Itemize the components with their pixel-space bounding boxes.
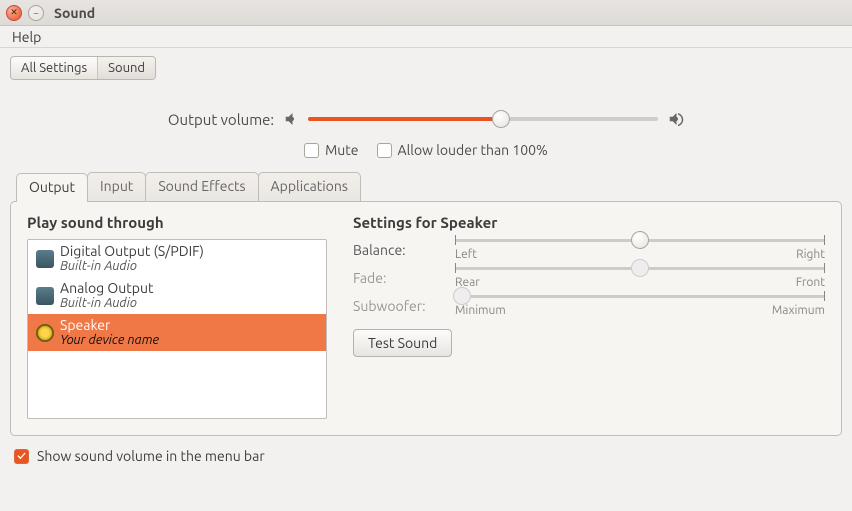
tabs: Output Input Sound Effects Applications bbox=[16, 172, 842, 201]
show-volume-label: Show sound volume in the menu bar bbox=[37, 448, 265, 464]
device-subtitle: Built-in Audio bbox=[60, 296, 153, 311]
window-minimize-button[interactable]: – bbox=[28, 5, 44, 21]
speaker-icon bbox=[36, 324, 54, 342]
fade-label: Fade: bbox=[353, 270, 439, 286]
test-sound-button[interactable]: Test Sound bbox=[353, 329, 452, 357]
titlebar: ✕ – Sound bbox=[0, 0, 852, 26]
menubar: Help bbox=[0, 26, 852, 48]
soundcard-icon bbox=[36, 250, 54, 268]
window-close-button[interactable]: ✕ bbox=[6, 5, 22, 21]
mute-checkbox[interactable]: Mute bbox=[304, 142, 358, 158]
device-subtitle: Built-in Audio bbox=[60, 259, 204, 274]
subwoofer-label: Subwoofer: bbox=[353, 298, 439, 314]
fade-row: Fade: RearFront bbox=[353, 267, 825, 289]
device-subtitle: Your device name bbox=[60, 333, 159, 348]
device-item[interactable]: Digital Output (S/PDIF)Built-in Audio bbox=[28, 240, 326, 277]
device-list[interactable]: Digital Output (S/PDIF)Built-in AudioAna… bbox=[27, 239, 327, 419]
settings-title: Settings for Speaker bbox=[353, 214, 825, 231]
show-volume-checkbox[interactable]: ✓ Show sound volume in the menu bar bbox=[10, 448, 842, 464]
tab-output[interactable]: Output bbox=[16, 173, 88, 202]
breadcrumb-all-settings[interactable]: All Settings bbox=[11, 57, 98, 79]
balance-slider[interactable]: Left Right bbox=[455, 239, 825, 261]
mute-label: Mute bbox=[325, 142, 358, 158]
breadcrumb: All Settings Sound bbox=[10, 56, 156, 80]
menu-help[interactable]: Help bbox=[6, 27, 47, 47]
volume-high-icon bbox=[666, 110, 684, 128]
breadcrumb-sound[interactable]: Sound bbox=[98, 57, 155, 79]
device-item[interactable]: Analog OutputBuilt-in Audio bbox=[28, 277, 326, 314]
subwoofer-right-label: Maximum bbox=[772, 304, 825, 317]
fade-right-label: Front bbox=[796, 276, 825, 289]
device-name: Digital Output (S/PDIF) bbox=[60, 243, 204, 259]
output-volume-slider[interactable] bbox=[308, 117, 658, 121]
output-volume-row: Output volume: bbox=[10, 110, 842, 128]
play-through-title: Play sound through bbox=[27, 214, 327, 231]
balance-label: Balance: bbox=[353, 242, 439, 258]
tab-sound-effects[interactable]: Sound Effects bbox=[145, 172, 258, 201]
tab-applications[interactable]: Applications bbox=[258, 172, 361, 201]
volume-options-row: Mute Allow louder than 100% bbox=[10, 142, 842, 158]
device-item[interactable]: SpeakerYour device name bbox=[28, 314, 326, 351]
device-name: Analog Output bbox=[60, 280, 153, 296]
subwoofer-row: Subwoofer: Minimum Maximum bbox=[353, 295, 825, 317]
balance-row: Balance: Left Right bbox=[353, 239, 825, 261]
allow-louder-checkbox[interactable]: Allow louder than 100% bbox=[377, 142, 548, 158]
device-name: Speaker bbox=[60, 317, 159, 333]
tab-panel-output: Play sound through Digital Output (S/PDI… bbox=[10, 201, 842, 436]
window-title: Sound bbox=[54, 5, 95, 21]
balance-left-label: Left bbox=[455, 248, 477, 261]
subwoofer-left-label: Minimum bbox=[455, 304, 506, 317]
tab-input[interactable]: Input bbox=[87, 172, 146, 201]
output-volume-label: Output volume: bbox=[168, 111, 274, 128]
soundcard-icon bbox=[36, 287, 54, 305]
volume-low-icon bbox=[282, 110, 300, 128]
balance-right-label: Right bbox=[796, 248, 825, 261]
allow-louder-label: Allow louder than 100% bbox=[398, 142, 548, 158]
fade-slider[interactable]: RearFront bbox=[455, 267, 825, 289]
subwoofer-slider[interactable]: Minimum Maximum bbox=[455, 295, 825, 317]
